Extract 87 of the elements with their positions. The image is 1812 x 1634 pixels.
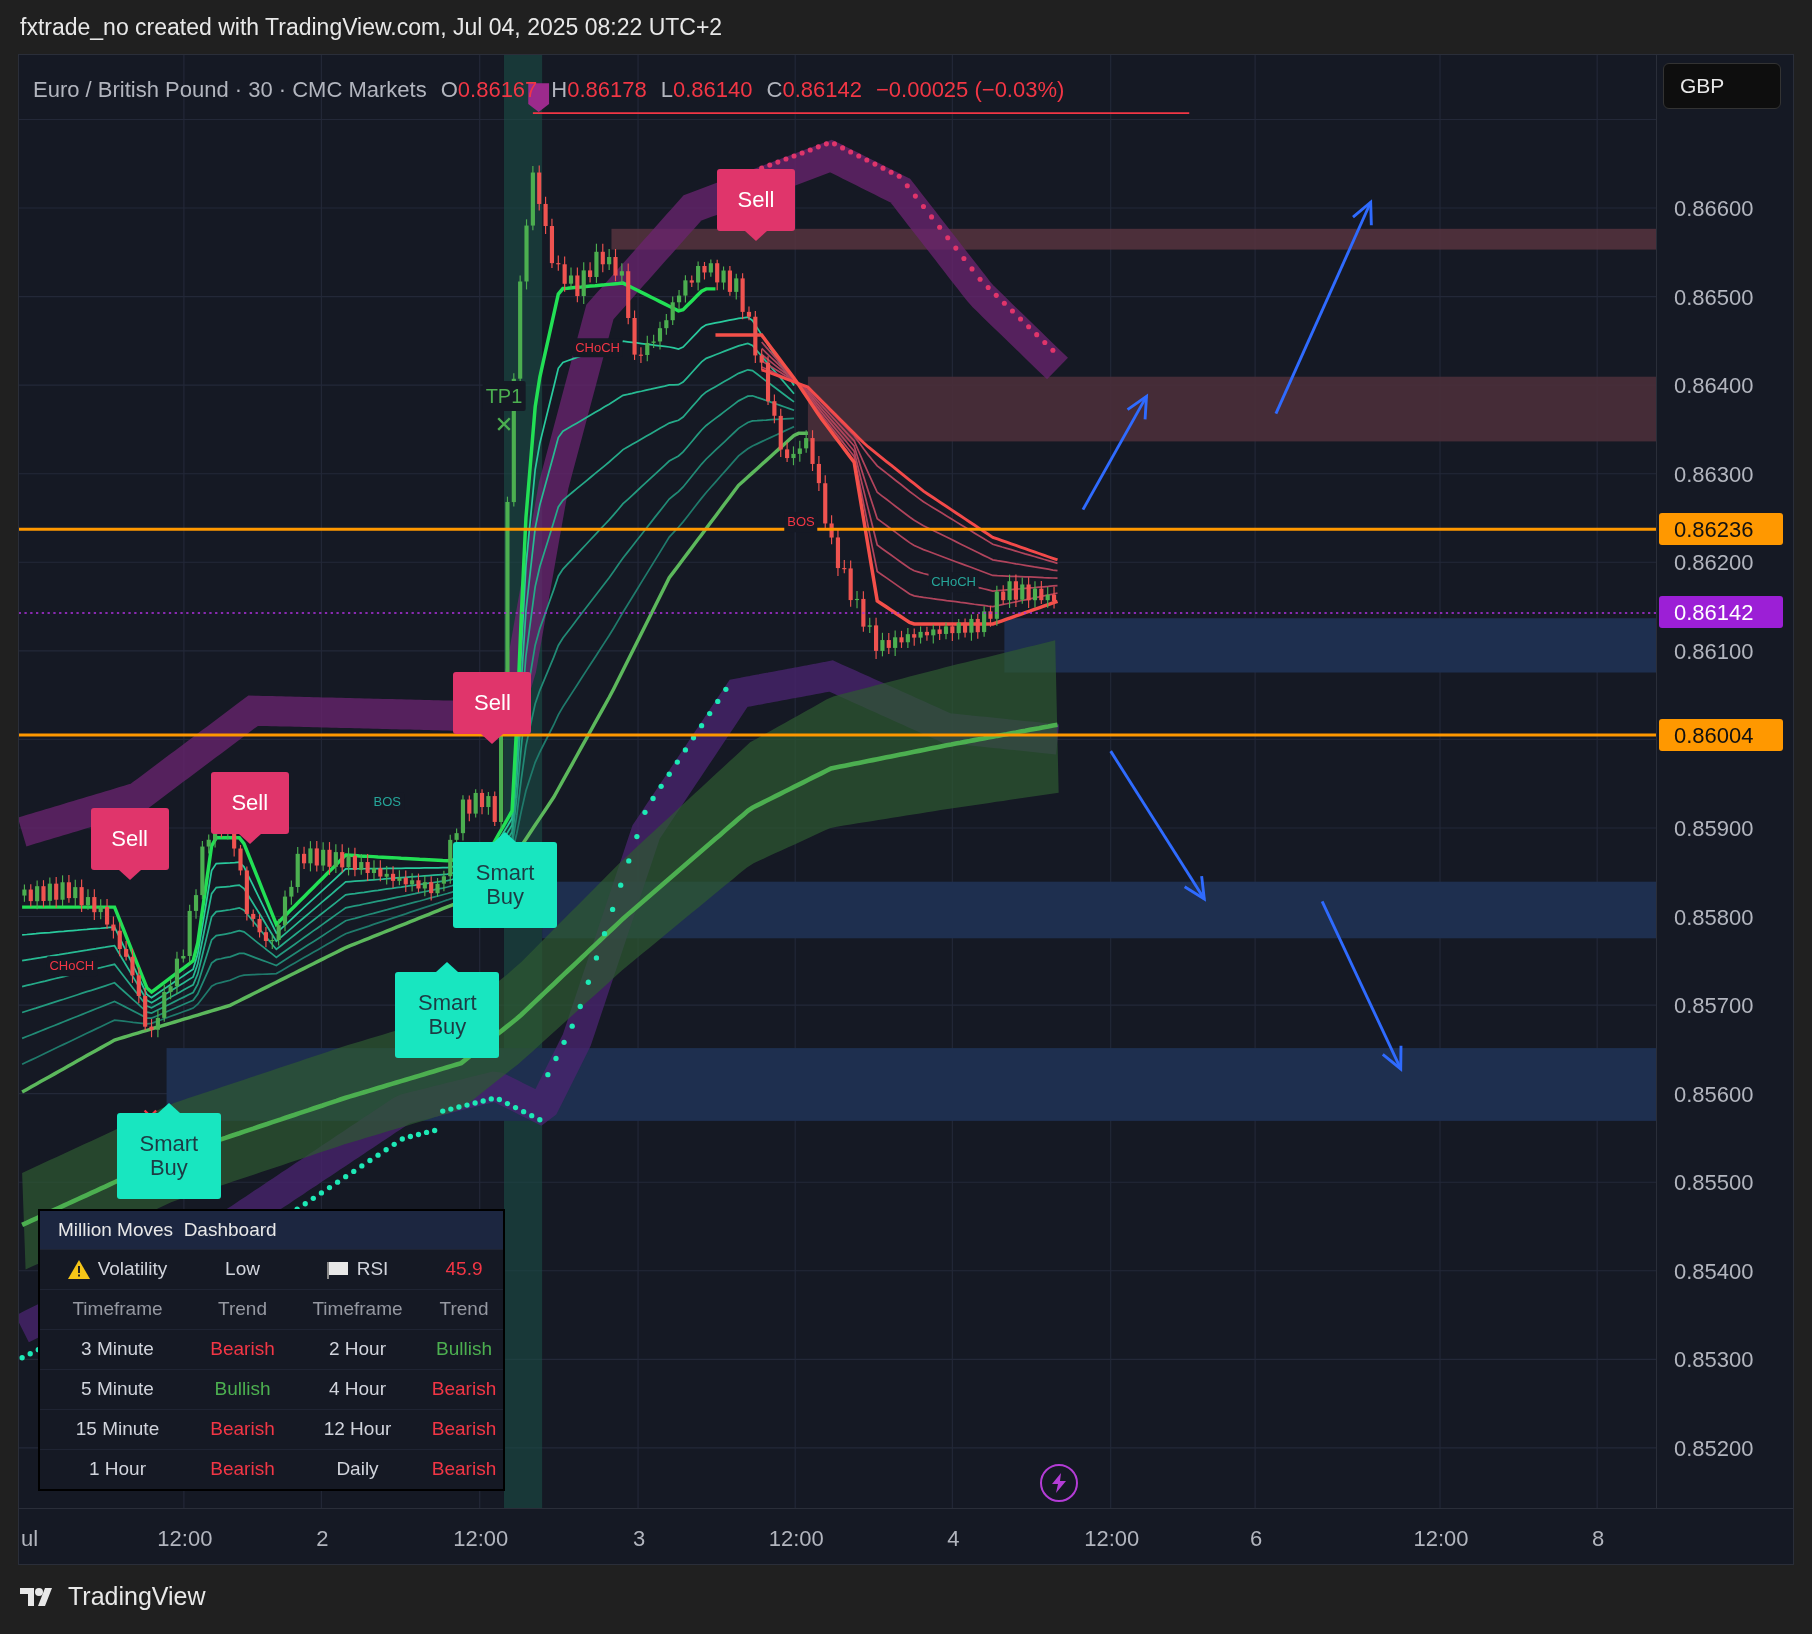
ohlc-value: 0.86140 xyxy=(673,76,753,104)
dashboard-cell-text: Bearish xyxy=(431,1457,497,1482)
sell-signal-label: Sell xyxy=(90,807,169,870)
ohlc-label: O xyxy=(440,76,458,104)
buy-signal-label: Smart Buy xyxy=(453,842,558,929)
price-change: −0.00025 (−0.03%) xyxy=(875,76,1065,104)
flag-icon xyxy=(326,1260,349,1279)
price-axis-label: 0.85800 xyxy=(1674,903,1754,932)
price-axis-label: 0.86500 xyxy=(1674,283,1754,312)
dashboard-cell-text: Bearish xyxy=(210,1457,275,1482)
dashboard-cell-text: Low xyxy=(225,1257,260,1282)
pointer-icon xyxy=(238,834,261,845)
dashboard-cell-text: Bearish xyxy=(210,1337,275,1362)
time-axis-label: 12:00 xyxy=(1084,1525,1140,1553)
time-axis-label: 12:00 xyxy=(768,1525,824,1553)
time-axis-label: 12:00 xyxy=(157,1525,213,1553)
pointer-icon xyxy=(494,832,517,843)
price-axis-label: 0.85200 xyxy=(1674,1434,1754,1463)
time-axis-label: 3 xyxy=(632,1525,646,1553)
dashboard-cell-text: Timeframe xyxy=(312,1297,403,1322)
sell-signal-label: Sell xyxy=(716,168,795,231)
time-axis-label: 2 xyxy=(316,1525,329,1553)
dashboard-cell-text: Timeframe xyxy=(72,1297,163,1322)
time-axis-label: ul xyxy=(21,1525,39,1553)
pointer-icon xyxy=(744,230,767,241)
dashboard-cell-text: Trend xyxy=(439,1297,489,1322)
dashboard-cell-text: Volatility xyxy=(97,1257,168,1282)
dashboard-cell-text: Trend xyxy=(218,1297,267,1322)
ohlc-label: C xyxy=(766,76,783,104)
price-tag: 0.86236 xyxy=(1659,513,1783,545)
price-axis-label: 0.85400 xyxy=(1674,1257,1754,1286)
pointer-icon xyxy=(157,1102,180,1113)
price-tag: 0.86142 xyxy=(1659,596,1783,628)
price-axis-label: 0.86200 xyxy=(1674,548,1754,577)
symbol-title: Euro / British Pound · 30 · CMC Markets xyxy=(33,76,427,104)
price-axis-label: 0.85500 xyxy=(1674,1168,1754,1197)
price-axis-label: 0.86400 xyxy=(1674,371,1754,400)
time-axis-label: 8 xyxy=(1592,1525,1605,1553)
structure-label: BOS xyxy=(784,512,818,533)
sell-signal-label: Sell xyxy=(210,772,289,835)
chart-caption: fxtrade_no created with TradingView.com, Jul 04, 2025 08:22 UTC+2 xyxy=(20,12,723,42)
price-axis-label: 0.85900 xyxy=(1674,814,1754,843)
dashboard-cell-text: Bearish xyxy=(431,1417,497,1442)
time-axis-label: 4 xyxy=(947,1525,960,1553)
time-axis-label: 12:00 xyxy=(453,1525,509,1553)
dashboard-cell-text: Daily xyxy=(336,1457,379,1482)
price-tag: 0.86004 xyxy=(1659,719,1783,751)
pointer-icon xyxy=(481,733,504,744)
structure-label: CHoCH xyxy=(928,572,979,593)
dashboard-title: Million Moves Dashboard xyxy=(40,1211,503,1249)
sell-signal-label: Sell xyxy=(453,671,532,734)
price-axis-label: 0.85300 xyxy=(1674,1345,1754,1374)
lightning-icon[interactable] xyxy=(1039,1463,1078,1502)
structure-label: CHoCH xyxy=(572,338,623,358)
price-axis-label: 0.86600 xyxy=(1674,194,1754,223)
dashboard-cell-text: 1 Hour xyxy=(89,1457,146,1482)
dashboard-cell-text: 5 Minute xyxy=(81,1377,154,1402)
dashboard-cell-text: Bullish xyxy=(436,1337,492,1362)
dashboard-cell-text: Bullish xyxy=(214,1377,271,1402)
ohlc-label: H xyxy=(551,76,568,104)
currency-button[interactable]: GBP xyxy=(1663,63,1781,109)
price-axis-label: 0.85700 xyxy=(1674,991,1754,1020)
dashboard-cell-text: Bearish xyxy=(431,1377,497,1402)
structure-label: TP1 xyxy=(482,381,526,412)
dashboard-cell-text: 15 Minute xyxy=(75,1417,160,1442)
time-axis-label: 12:00 xyxy=(1413,1525,1469,1553)
dashboard-cell-text: 3 Minute xyxy=(81,1337,154,1362)
time-axis-label: 6 xyxy=(1250,1525,1263,1553)
price-axis-label: 0.86300 xyxy=(1674,460,1754,489)
warning-icon xyxy=(67,1260,90,1279)
pointer-icon xyxy=(118,869,141,880)
buy-signal-label: Smart Buy xyxy=(116,1112,221,1199)
dashboard-cell-text: 12 Hour xyxy=(323,1417,392,1442)
ohlc-value: 0.86178 xyxy=(567,76,647,104)
dashboard-cell-text: 4 Hour xyxy=(329,1377,386,1402)
buy-signal-label: Smart Buy xyxy=(395,971,500,1058)
price-axis-label: 0.85600 xyxy=(1674,1080,1754,1109)
ohlc-value: 0.86142 xyxy=(782,76,862,104)
pointer-icon xyxy=(436,961,459,972)
dashboard-cell-text: RSI xyxy=(356,1257,389,1282)
structure-label: CHoCH xyxy=(46,956,98,976)
ohlc-label: L xyxy=(660,76,673,104)
price-axis-label: 0.86100 xyxy=(1674,637,1754,666)
dashboard-cell-text: 2 Hour xyxy=(329,1337,386,1362)
tradingview-brand: TradingView xyxy=(68,1581,206,1613)
dashboard-cell-text: 45.9 xyxy=(445,1257,483,1282)
dashboard-cell-text: Bearish xyxy=(210,1417,275,1442)
